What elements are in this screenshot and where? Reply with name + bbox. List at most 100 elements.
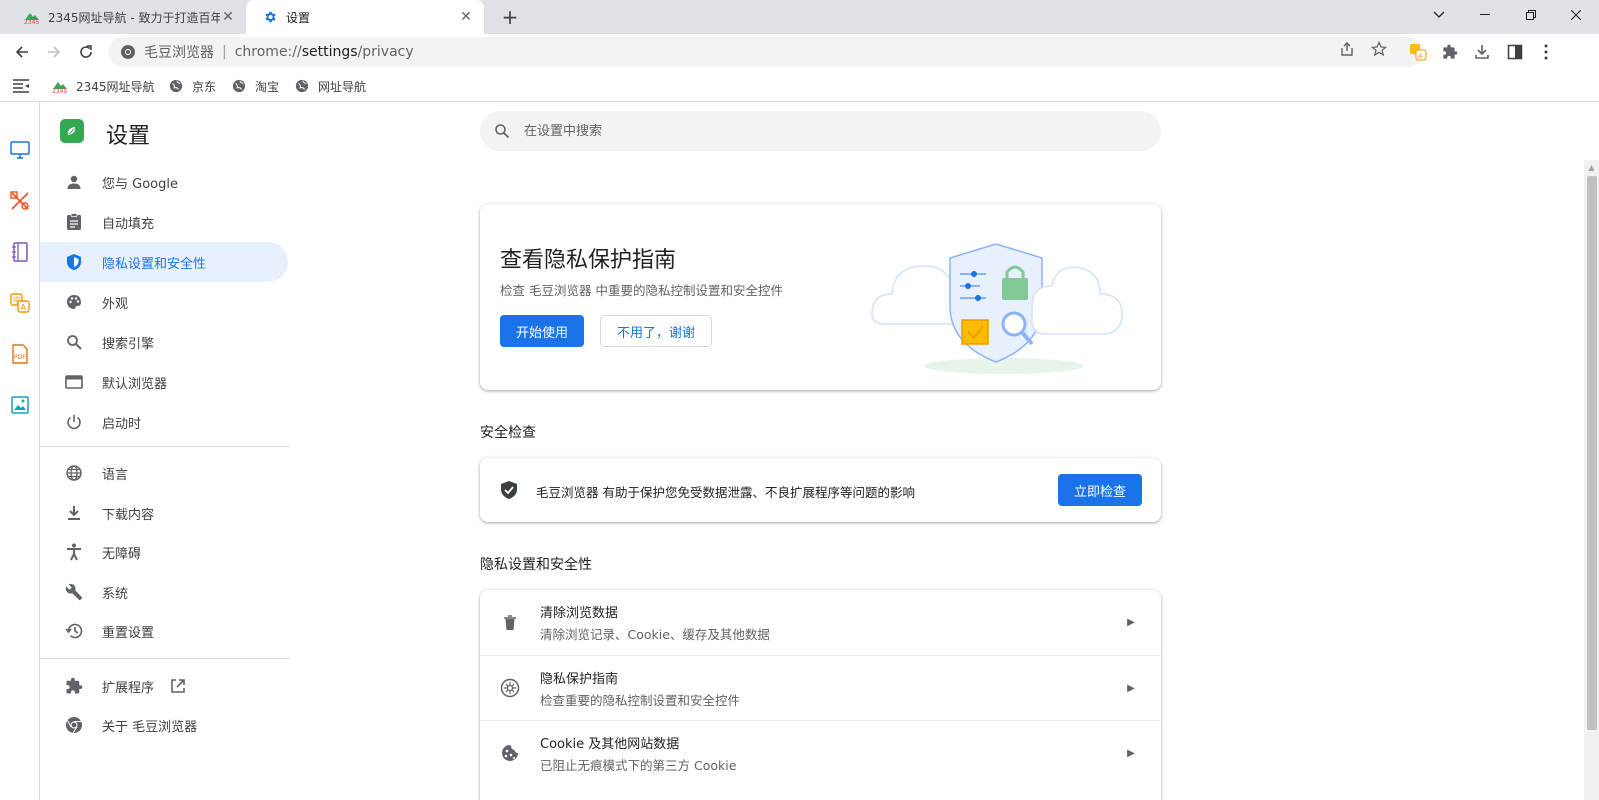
sidebar-item-autofill[interactable]: 自动填充 — [40, 202, 288, 242]
history-icon — [64, 621, 84, 641]
sidebar-item-on-startup[interactable]: 启动时 — [40, 402, 288, 442]
start-guide-button[interactable]: 开始使用 — [500, 315, 584, 347]
scroll-up-arrow-icon[interactable]: ▲ — [1584, 160, 1599, 174]
row-subtitle: 检查重要的隐私控制设置和安全控件 — [540, 690, 1121, 709]
search-icon — [64, 332, 84, 352]
sidebar-item-extensions[interactable]: 扩展程序 — [40, 666, 288, 706]
trash-icon — [498, 611, 522, 635]
privacy-guide-card: 查看隐私保护指南 检查 毛豆浏览器 中重要的隐私控制设置和安全控件 开始使用 不… — [480, 204, 1161, 390]
clear-browsing-data-row[interactable]: 清除浏览数据 清除浏览记录、Cookie、缓存及其他数据 ▶ — [480, 590, 1161, 655]
monitor-icon[interactable] — [9, 139, 31, 161]
privacy-guide-illustration — [864, 224, 1134, 374]
row-title: Cookie 及其他网站数据 — [540, 733, 1121, 752]
settings-sidebar: 设置 您与 Google 自动填充 隐私设置和安全性 外观 搜索引擎 默认浏览器 — [40, 102, 290, 800]
chevron-right-icon: ▶ — [1121, 617, 1141, 628]
tab-settings[interactable]: 设置 ✕ — [246, 0, 484, 34]
search-input[interactable] — [524, 124, 1124, 139]
sidebar-item-label: 启动时 — [102, 413, 141, 432]
download-icon[interactable] — [1470, 40, 1494, 64]
scrollbar-thumb[interactable] — [1587, 176, 1597, 730]
sidebar-toggle-icon[interactable] — [12, 76, 30, 96]
bookmark-item[interactable]: 京东 — [168, 76, 216, 96]
bookmark-star-icon[interactable] — [1370, 40, 1388, 58]
notebook-icon[interactable] — [9, 241, 31, 263]
sidebar-item-label: 重置设置 — [102, 622, 154, 641]
sidebar-item-label: 隐私设置和安全性 — [102, 253, 206, 272]
sidebar-item-system[interactable]: 系统 — [40, 572, 288, 612]
tab-strip: 2345 2345网址导航 - 致力于打造百年 ✕ 设置 ✕ + — [0, 0, 1599, 34]
dismiss-guide-button[interactable]: 不用了，谢谢 — [600, 315, 712, 347]
svg-text:2345: 2345 — [52, 88, 67, 93]
sidebar-item-appearance[interactable]: 外观 — [40, 282, 288, 322]
bookmark-item[interactable]: 2345 2345网址导航 — [52, 76, 155, 96]
bookmark-item[interactable]: 网址导航 — [294, 76, 366, 96]
globe-icon — [231, 78, 247, 94]
sidebar-item-label: 关于 毛豆浏览器 — [102, 716, 197, 735]
row-subtitle: 清除浏览记录、Cookie、缓存及其他数据 — [540, 624, 1121, 643]
side-panel-icon[interactable] — [1503, 40, 1527, 64]
sidebar-divider — [40, 658, 290, 659]
sidebar-item-downloads[interactable]: 下载内容 — [40, 493, 288, 533]
sidebar-item-label: 自动填充 — [102, 213, 154, 232]
bookmark-label: 京东 — [192, 78, 216, 95]
settings-search — [480, 111, 1161, 151]
cookies-row[interactable]: Cookie 及其他网站数据 已阻止无痕模式下的第三方 Cookie ▶ — [480, 720, 1161, 785]
page-title: 设置 — [106, 118, 150, 150]
guide-subtitle: 检查 毛豆浏览器 中重要的隐私控制设置和安全控件 — [500, 280, 783, 299]
menu-kebab-icon[interactable] — [1534, 40, 1558, 64]
search-icon — [494, 123, 510, 139]
site-name: 毛豆浏览器 — [144, 42, 214, 62]
close-icon[interactable]: ✕ — [458, 9, 474, 25]
sidebar-item-you-and-google[interactable]: 您与 Google — [40, 162, 288, 202]
sidebar-item-accessibility[interactable]: 无障碍 — [40, 532, 288, 572]
cookie-icon — [498, 741, 522, 765]
globe-icon — [64, 463, 84, 483]
translate-icon[interactable]: A — [1406, 40, 1430, 64]
new-tab-button[interactable]: + — [498, 5, 522, 29]
globe-icon — [294, 78, 310, 94]
privacy-guide-row[interactable]: 隐私保护指南 检查重要的隐私控制设置和安全控件 ▶ — [480, 655, 1161, 720]
share-icon[interactable] — [1338, 40, 1356, 58]
restore-button[interactable] — [1508, 0, 1554, 30]
power-icon — [64, 412, 84, 432]
chevron-right-icon: ▶ — [1121, 748, 1141, 759]
svg-text:2345: 2345 — [24, 19, 39, 24]
reload-button[interactable] — [74, 40, 98, 64]
check-now-button[interactable]: 立即检查 — [1058, 474, 1142, 506]
clipboard-icon — [64, 212, 84, 232]
back-button[interactable] — [10, 40, 34, 64]
omnibox-separator: | — [222, 44, 227, 60]
image-icon[interactable] — [9, 394, 31, 416]
minimize-button[interactable] — [1462, 0, 1508, 30]
translate-icon[interactable]: 中A — [9, 292, 31, 314]
sidebar-item-languages[interactable]: 语言 — [40, 453, 288, 493]
tab-search-chevron-icon[interactable] — [1416, 0, 1462, 30]
safety-check-heading: 安全检查 — [480, 422, 536, 442]
forward-button[interactable] — [42, 40, 66, 64]
gear-icon — [262, 9, 278, 25]
pdf-icon[interactable]: PDF — [9, 343, 31, 365]
sidebar-item-reset[interactable]: 重置设置 — [40, 611, 288, 651]
settings-logo-icon — [60, 119, 84, 143]
sidebar-item-privacy[interactable]: 隐私设置和安全性 — [40, 242, 288, 282]
vertical-toolbar: 中A PDF — [0, 102, 40, 800]
sidebar-item-about[interactable]: 关于 毛豆浏览器 — [40, 705, 288, 745]
extensions-puzzle-icon[interactable] — [1438, 40, 1462, 64]
bookmark-item[interactable]: 淘宝 — [231, 76, 279, 96]
browser-toolbar: 毛豆浏览器 | chrome://settings/privacy A — [0, 34, 1599, 70]
url-text: chrome://settings/privacy — [235, 44, 414, 60]
design-tools-icon[interactable] — [9, 190, 31, 212]
sidebar-divider — [40, 446, 290, 447]
close-icon[interactable]: ✕ — [220, 9, 236, 25]
download-icon — [64, 503, 84, 523]
person-icon — [64, 172, 84, 192]
address-bar[interactable]: 毛豆浏览器 | chrome://settings/privacy — [108, 37, 1424, 67]
svg-text:A: A — [21, 303, 27, 312]
open-in-new-icon — [170, 678, 186, 694]
row-subtitle: 已阻止无痕模式下的第三方 Cookie — [540, 755, 1121, 774]
browser-logo-icon — [120, 44, 136, 60]
sidebar-item-search-engine[interactable]: 搜索引擎 — [40, 322, 288, 362]
tab-2345[interactable]: 2345 2345网址导航 - 致力于打造百年 ✕ — [8, 0, 246, 34]
close-window-button[interactable] — [1553, 0, 1599, 30]
sidebar-item-default-browser[interactable]: 默认浏览器 — [40, 362, 288, 402]
